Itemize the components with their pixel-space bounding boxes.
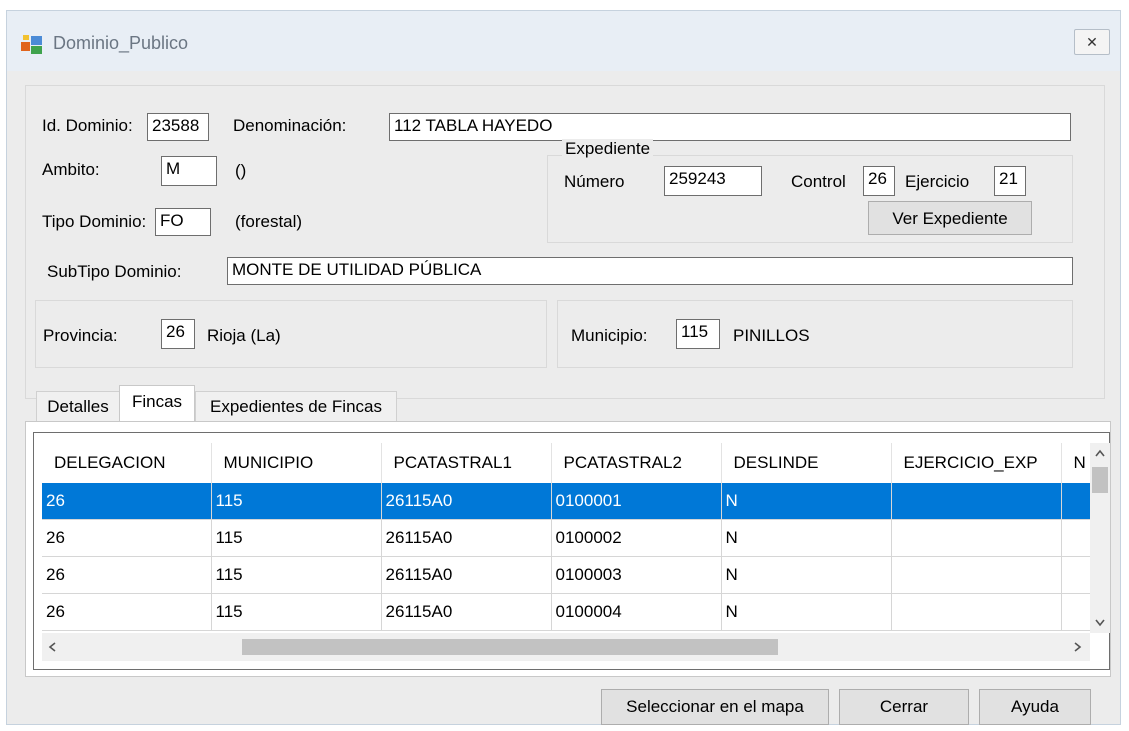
cell-delegacion[interactable]: 26 (42, 519, 212, 557)
seleccionar-en-mapa-button[interactable]: Seleccionar en el mapa (601, 689, 829, 725)
expediente-ejercicio-field[interactable]: 21 (994, 166, 1026, 196)
column-header-n[interactable]: N (1061, 443, 1090, 483)
cell-deslinde[interactable]: N (721, 556, 892, 594)
cell-pcatastral2[interactable]: 0100004 (551, 593, 722, 631)
column-header-pcatastral1[interactable]: PCATASTRAL1 (381, 443, 552, 483)
cell-n[interactable] (1061, 519, 1090, 557)
tab-detalles[interactable]: Detalles (36, 391, 120, 421)
table-row[interactable]: 26 115 26115A0 0100001 N (42, 483, 1090, 520)
municipio-label: Municipio: (571, 326, 648, 345)
cell-deslinde[interactable]: N (721, 593, 892, 631)
ambito-description: () (235, 161, 247, 180)
expediente-ejercicio-label: Ejercicio (905, 172, 970, 191)
column-header-ejercicio-exp[interactable]: EJERCICIO_EXP (891, 443, 1062, 483)
tipo-dominio-label: Tipo Dominio: (42, 212, 147, 231)
provincia-code-field[interactable]: 26 (161, 319, 195, 349)
id-dominio-label: Id. Dominio: (42, 116, 133, 135)
column-header-delegacion[interactable]: DELEGACION (42, 443, 212, 483)
cell-pcatastral1[interactable]: 26115A0 (381, 483, 552, 520)
cerrar-button[interactable]: Cerrar (839, 689, 969, 725)
scroll-up-icon[interactable] (1095, 449, 1105, 457)
tab-detalles-label: Detalles (47, 397, 109, 416)
cell-ejercicio-exp[interactable] (891, 483, 1062, 520)
scroll-right-icon[interactable] (1074, 642, 1082, 652)
horizontal-scrollbar[interactable] (42, 633, 1090, 661)
expediente-control-field[interactable]: 26 (863, 166, 895, 196)
ambito-field[interactable]: M (161, 156, 217, 186)
expediente-numero-field[interactable]: 259243 (664, 166, 762, 196)
tipo-dominio-description: (forestal) (235, 212, 303, 231)
grid-table: DELEGACION MUNICIPIO PCATASTRAL1 PCATAST… (42, 443, 1090, 631)
cell-deslinde[interactable]: N (721, 483, 892, 520)
cell-delegacion[interactable]: 26 (42, 593, 212, 631)
grid-viewport: DELEGACION MUNICIPIO PCATASTRAL1 PCATAST… (42, 443, 1090, 633)
municipio-code-field[interactable]: 115 (676, 319, 720, 349)
cell-ejercicio-exp[interactable] (891, 519, 1062, 557)
denominacion-label: Denominación: (233, 116, 347, 135)
expediente-group-label: Expediente (562, 139, 654, 159)
cell-pcatastral1[interactable]: 26115A0 (381, 593, 552, 631)
cell-delegacion[interactable]: 26 (42, 483, 212, 520)
tipo-dominio-field[interactable]: FO (155, 208, 211, 236)
tab-fincas-label: Fincas (131, 392, 183, 411)
expediente-control-label: Control (791, 172, 846, 191)
cell-n[interactable] (1061, 593, 1090, 631)
column-header-deslinde[interactable]: DESLINDE (721, 443, 892, 483)
scroll-left-icon[interactable] (48, 642, 56, 652)
column-header-municipio[interactable]: MUNICIPIO (211, 443, 382, 483)
vertical-scroll-thumb[interactable] (1092, 467, 1108, 493)
cell-delegacion[interactable]: 26 (42, 556, 212, 594)
column-header-pcatastral2[interactable]: PCATASTRAL2 (551, 443, 722, 483)
ambito-label: Ambito: (42, 160, 100, 179)
expediente-numero-label: Número (564, 172, 625, 191)
subtipo-dominio-label: SubTipo Dominio: (47, 262, 182, 281)
scroll-down-icon[interactable] (1095, 619, 1105, 627)
cell-n[interactable] (1061, 556, 1090, 594)
cell-municipio[interactable]: 115 (211, 519, 382, 557)
ver-expediente-button[interactable]: Ver Expediente (868, 201, 1032, 235)
dialog-window: Dominio_Publico ✕ Id. Dominio: 23588 Den… (6, 10, 1121, 725)
tab-fincas[interactable]: Fincas (119, 385, 195, 423)
cell-pcatastral2[interactable]: 0100001 (551, 483, 722, 520)
cell-n[interactable] (1061, 483, 1090, 520)
denominacion-field[interactable]: 112 TABLA HAYEDO (389, 113, 1071, 141)
provincia-label: Provincia: (43, 326, 118, 345)
fincas-grid[interactable]: DELEGACION MUNICIPIO PCATASTRAL1 PCATAST… (33, 432, 1110, 670)
grid-header-row: DELEGACION MUNICIPIO PCATASTRAL1 PCATAST… (42, 443, 1090, 483)
app-form-icon (21, 35, 42, 54)
subtipo-dominio-field[interactable]: MONTE DE UTILIDAD PÚBLICA (227, 257, 1073, 285)
cell-municipio[interactable]: 115 (211, 593, 382, 631)
close-button[interactable]: ✕ (1074, 29, 1110, 55)
tab-expedientes-fincas-label: Expedientes de Fincas (210, 397, 382, 416)
cell-deslinde[interactable]: N (721, 519, 892, 557)
cell-pcatastral1[interactable]: 26115A0 (381, 556, 552, 594)
municipio-name: PINILLOS (733, 326, 810, 345)
vertical-scrollbar[interactable] (1090, 443, 1110, 633)
provincia-name: Rioja (La) (207, 326, 281, 345)
ayuda-button[interactable]: Ayuda (979, 689, 1091, 725)
cell-pcatastral2[interactable]: 0100003 (551, 556, 722, 594)
table-row[interactable]: 26 115 26115A0 0100003 N (42, 556, 1090, 594)
cell-municipio[interactable]: 115 (211, 483, 382, 520)
title-bar: Dominio_Publico ✕ (7, 11, 1120, 71)
cell-ejercicio-exp[interactable] (891, 593, 1062, 631)
cell-municipio[interactable]: 115 (211, 556, 382, 594)
horizontal-scroll-thumb[interactable] (242, 639, 778, 655)
window-title: Dominio_Publico (53, 33, 189, 53)
close-icon: ✕ (1086, 34, 1098, 50)
cell-pcatastral2[interactable]: 0100002 (551, 519, 722, 557)
tab-expedientes-fincas[interactable]: Expedientes de Fincas (195, 391, 397, 421)
cell-pcatastral1[interactable]: 26115A0 (381, 519, 552, 557)
table-row[interactable]: 26 115 26115A0 0100004 N (42, 593, 1090, 631)
table-row[interactable]: 26 115 26115A0 0100002 N (42, 519, 1090, 557)
cell-ejercicio-exp[interactable] (891, 556, 1062, 594)
id-dominio-field[interactable]: 23588 (147, 113, 209, 141)
